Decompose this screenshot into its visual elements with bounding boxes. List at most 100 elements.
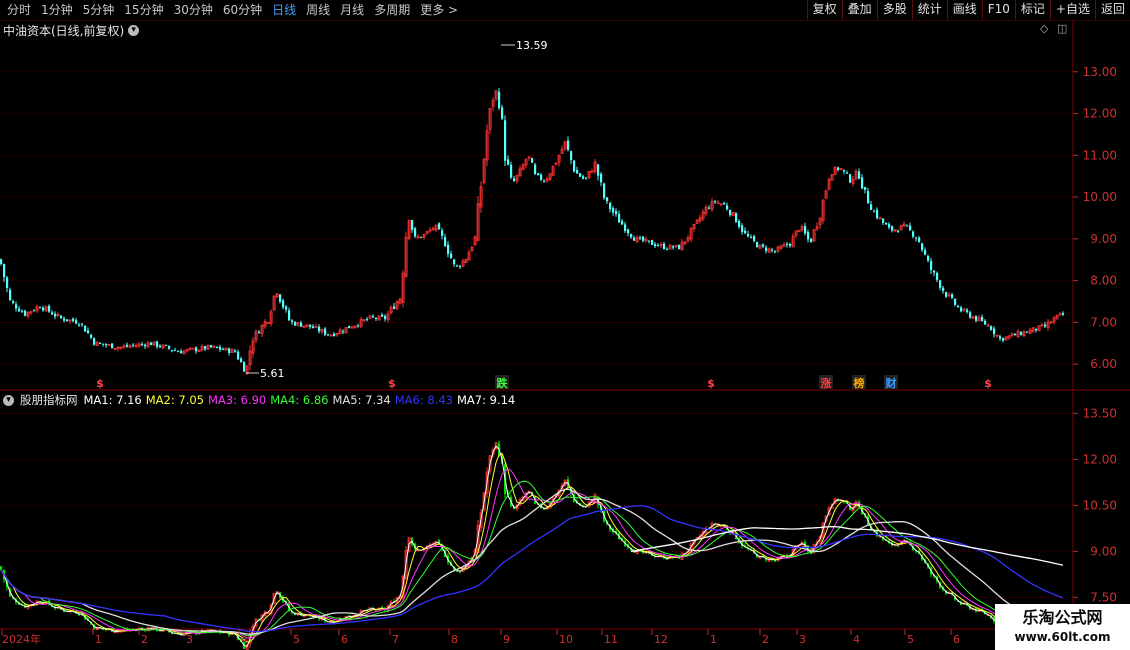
candle-body bbox=[762, 244, 765, 247]
candle-body bbox=[624, 224, 627, 231]
ma-line-MA1 bbox=[0, 445, 1064, 648]
candle-body bbox=[132, 344, 135, 346]
x-tick-label: 3 bbox=[186, 633, 193, 646]
event-marker[interactable]: $ bbox=[984, 377, 992, 390]
ma-line-MA6 bbox=[0, 505, 1064, 633]
candle-body bbox=[990, 326, 993, 330]
candle-body bbox=[537, 173, 540, 175]
candle-body bbox=[843, 169, 846, 172]
candle-body bbox=[621, 221, 624, 225]
candle-body bbox=[15, 304, 18, 309]
candle-body bbox=[171, 349, 174, 351]
candle-body bbox=[984, 320, 987, 325]
candle-body bbox=[282, 300, 285, 308]
event-marker[interactable]: 跌 bbox=[497, 376, 509, 390]
ma-line-MA4 bbox=[0, 480, 1064, 637]
event-marker[interactable]: $ bbox=[388, 377, 396, 390]
x-tick-label: 6 bbox=[341, 633, 348, 646]
candle-body bbox=[939, 280, 942, 288]
candle-body bbox=[969, 312, 972, 318]
candle-body bbox=[540, 174, 543, 180]
candle-body bbox=[444, 237, 447, 247]
candle-body bbox=[975, 315, 978, 321]
event-marker[interactable]: 榜 bbox=[854, 376, 865, 390]
candle-body bbox=[573, 160, 576, 172]
candle-body bbox=[237, 351, 240, 360]
candle-body bbox=[678, 244, 681, 250]
candle-body bbox=[741, 225, 744, 232]
candle-body bbox=[441, 230, 444, 236]
candle-body bbox=[1002, 337, 1005, 341]
chevron-down-icon[interactable]: ▾ bbox=[3, 394, 14, 406]
candle-body bbox=[393, 306, 396, 309]
candle-body bbox=[885, 222, 888, 225]
candle-body bbox=[438, 223, 441, 230]
candle-body bbox=[54, 313, 57, 317]
event-marker[interactable]: $ bbox=[707, 377, 715, 390]
candle-body bbox=[357, 325, 360, 327]
event-marker[interactable]: 财 bbox=[885, 376, 897, 390]
candle-body bbox=[204, 346, 207, 350]
candle-body bbox=[87, 330, 90, 334]
candle-body bbox=[846, 172, 849, 174]
watermark-title: 乐淘公式网 bbox=[1022, 608, 1103, 627]
y-tick-label: 7.00 bbox=[1090, 315, 1117, 329]
candle-body bbox=[456, 265, 459, 267]
candle-body bbox=[897, 230, 900, 232]
x-tick-label: 5 bbox=[293, 633, 300, 646]
ma-legend-7: MA7: 9.14 bbox=[457, 393, 515, 407]
event-marker[interactable]: 涨 bbox=[821, 376, 832, 390]
candle-body bbox=[177, 351, 180, 353]
candle-body bbox=[327, 334, 330, 336]
candle-body bbox=[663, 243, 666, 250]
candle-body bbox=[873, 211, 876, 213]
y-tick-label: 10.00 bbox=[1083, 190, 1117, 204]
ma-value: 6.86 bbox=[299, 393, 329, 407]
x-tick-label: 7 bbox=[392, 633, 399, 646]
candle-body bbox=[786, 244, 789, 246]
candle-body bbox=[372, 316, 375, 318]
candle-body bbox=[531, 158, 534, 163]
ma-label: MA4: bbox=[270, 393, 300, 407]
ma-value: 9.14 bbox=[485, 393, 516, 407]
candle-body bbox=[18, 308, 21, 312]
candle-body bbox=[228, 348, 231, 353]
watermark-url: www.60lt.com bbox=[1014, 630, 1111, 644]
event-marker[interactable]: $ bbox=[96, 377, 104, 390]
candle-body bbox=[333, 333, 336, 336]
x-tick-label: 2 bbox=[762, 633, 769, 646]
candle-body bbox=[804, 226, 807, 234]
ma-value: 7.16 bbox=[112, 393, 142, 407]
x-tick-label: 4 bbox=[853, 633, 860, 646]
x-tick-label: 1 bbox=[95, 633, 102, 646]
candle-body bbox=[318, 326, 321, 332]
y-tick-label: 9.00 bbox=[1090, 232, 1117, 246]
candle-body bbox=[111, 343, 114, 349]
ma-label: MA1: bbox=[83, 393, 113, 407]
candle-body bbox=[915, 237, 918, 239]
x-tick-label: 9 bbox=[503, 633, 510, 646]
candle-body bbox=[75, 320, 78, 324]
candle-body bbox=[159, 345, 162, 348]
candle-body bbox=[21, 311, 24, 313]
x-tick-label: 5 bbox=[907, 633, 914, 646]
candle-body bbox=[309, 324, 312, 327]
candle-body bbox=[858, 171, 861, 179]
y-tick-label: 9.00 bbox=[1090, 544, 1117, 558]
candle-body bbox=[210, 345, 213, 348]
candle-body bbox=[897, 545, 900, 547]
candle-body bbox=[609, 202, 612, 210]
ma-legend-5: MA5: 7.34 bbox=[333, 393, 391, 407]
candle-body bbox=[651, 240, 654, 245]
x-tick-label: 4 bbox=[241, 633, 248, 646]
candle-body bbox=[174, 350, 177, 352]
y-tick-label: 8.00 bbox=[1090, 274, 1117, 288]
candle-body bbox=[753, 236, 756, 241]
candle-body bbox=[12, 301, 15, 303]
x-tick-label: 10 bbox=[559, 633, 573, 646]
candle-body bbox=[414, 228, 417, 237]
ma-label: MA2: bbox=[145, 393, 175, 407]
x-tick-label: 8 bbox=[451, 633, 458, 646]
candle-body bbox=[936, 272, 939, 280]
candle-body bbox=[582, 176, 585, 179]
